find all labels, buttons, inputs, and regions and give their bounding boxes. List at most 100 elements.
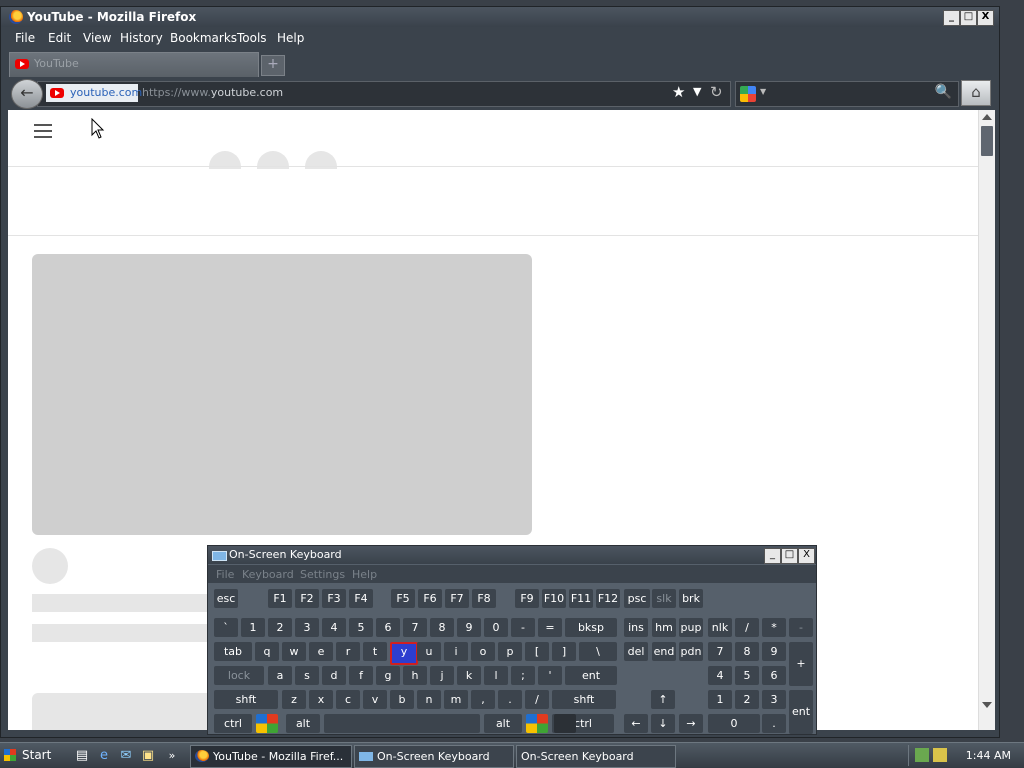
reload-icon[interactable]: ↻	[710, 83, 723, 101]
osk-key-fn-0[interactable]: esc	[214, 589, 238, 608]
osk-key-num-15[interactable]: hm	[652, 618, 676, 637]
osk-key-num-8[interactable]: 8	[430, 618, 454, 637]
osk-key-fn-13[interactable]: psc	[624, 589, 650, 608]
osk-key-tab-15[interactable]: end	[652, 642, 676, 661]
osk-key-num-5[interactable]: 5	[349, 618, 373, 637]
osk-key-shift-11[interactable]: shft	[552, 690, 616, 709]
history-dropdown-icon[interactable]: ▼	[693, 85, 701, 98]
osk-key-home-11[interactable]: '	[538, 666, 562, 685]
osk-key-shift-16[interactable]: ent	[789, 690, 813, 734]
osk-key-tab-2[interactable]: w	[282, 642, 306, 661]
osk-key-home-13[interactable]: 4	[708, 666, 732, 685]
vertical-scrollbar[interactable]	[978, 110, 995, 730]
url-bar[interactable]: youtube.com https://www.youtube.com ★ ▼ …	[37, 81, 731, 107]
osk-key-bottom-2[interactable]: alt	[484, 714, 522, 733]
quick-launch-chevron-icon[interactable]: »	[164, 748, 180, 764]
osk-key-tab-0[interactable]: tab	[214, 642, 252, 661]
osk-menu-file[interactable]: File	[216, 568, 234, 581]
taskbar-button-osk-2[interactable]: On-Screen Keyboard	[516, 745, 676, 768]
osk-key-shift-13[interactable]: 1	[708, 690, 732, 709]
maximize-button[interactable]: □	[960, 10, 977, 26]
osk-key-tab-1[interactable]: q	[255, 642, 279, 661]
osk-key-tab-18[interactable]: 8	[735, 642, 759, 661]
menu-tools[interactable]: Tools	[237, 31, 267, 45]
osk-key-num-20[interactable]: -	[789, 618, 813, 637]
osk-key-home-8[interactable]: k	[457, 666, 481, 685]
hamburger-menu-icon[interactable]	[34, 124, 52, 138]
menu-view[interactable]: View	[83, 31, 111, 45]
osk-key-shift-6[interactable]: n	[417, 690, 441, 709]
taskbar-button-firefox[interactable]: YouTube - Mozilla Firef...	[190, 745, 352, 768]
osk-key-home-7[interactable]: j	[430, 666, 454, 685]
scroll-down-icon[interactable]	[982, 702, 992, 708]
osk-key-tab-10[interactable]: p	[498, 642, 522, 661]
osk-key-home-5[interactable]: g	[376, 666, 400, 685]
new-tab-button[interactable]: +	[261, 55, 285, 76]
osk-maximize-button[interactable]: □	[781, 548, 798, 564]
osk-key-fn-7[interactable]: F7	[445, 589, 469, 608]
scroll-up-icon[interactable]	[982, 114, 992, 120]
osk-key-num-14[interactable]: ins	[624, 618, 648, 637]
osk-key-num-11[interactable]: -	[511, 618, 535, 637]
scroll-thumb[interactable]	[981, 126, 993, 156]
osk-key-num-3[interactable]: 3	[295, 618, 319, 637]
osk-key-tab-19[interactable]: 9	[762, 642, 786, 661]
osk-key-bottom-7[interactable]: 0	[708, 714, 760, 733]
osk-menu-settings[interactable]: Settings	[300, 568, 345, 581]
windows-key-icon[interactable]	[256, 714, 278, 733]
site-identity-button[interactable]: youtube.com	[46, 84, 142, 102]
osk-key-tab-16[interactable]: pdn	[679, 642, 703, 661]
osk-close-button[interactable]: X	[798, 548, 815, 564]
osk-key-fn-5[interactable]: F5	[391, 589, 415, 608]
osk-key-shift-0[interactable]: shft	[214, 690, 278, 709]
osk-key-shift-14[interactable]: 2	[735, 690, 759, 709]
url-text[interactable]: https://www.youtube.com	[142, 86, 283, 99]
osk-key-tab-9[interactable]: o	[471, 642, 495, 661]
osk-title-bar[interactable]: On-Screen Keyboard _ □ X	[208, 546, 816, 564]
osk-key-shift-7[interactable]: m	[444, 690, 468, 709]
home-button[interactable]: ⌂	[961, 80, 991, 106]
osk-key-bottom-5[interactable]: ↓	[651, 714, 675, 733]
osk-key-shift-9[interactable]: .	[498, 690, 522, 709]
osk-key-home-9[interactable]: l	[484, 666, 508, 685]
osk-key-home-2[interactable]: s	[295, 666, 319, 685]
osk-key-fn-1[interactable]: F1	[268, 589, 292, 608]
osk-key-bottom-1[interactable]: alt	[286, 714, 320, 733]
osk-key-bottom-4[interactable]: ←	[624, 714, 648, 733]
volume-icon[interactable]	[933, 748, 947, 762]
osk-key-num-1[interactable]: 1	[241, 618, 265, 637]
osk-key-tab-12[interactable]: ]	[552, 642, 576, 661]
osk-minimize-button[interactable]: _	[764, 548, 781, 564]
osk-key-tab-5[interactable]: t	[363, 642, 387, 661]
search-engine-dropdown-icon[interactable]: ▼	[760, 87, 766, 96]
osk-key-shift-12[interactable]: ↑	[651, 690, 675, 709]
menu-key-icon[interactable]	[554, 714, 576, 733]
firefox-title-bar[interactable]: YouTube - Mozilla Firefox _ □ X	[1, 7, 999, 27]
menu-history[interactable]: History	[120, 31, 163, 45]
google-search-engine-icon[interactable]	[740, 86, 756, 102]
start-button[interactable]: Start	[2, 745, 58, 766]
spacebar-key[interactable]	[324, 714, 480, 733]
osk-key-shift-3[interactable]: c	[336, 690, 360, 709]
osk-key-num-17[interactable]: nlk	[708, 618, 732, 637]
osk-key-shift-4[interactable]: v	[363, 690, 387, 709]
osk-key-num-10[interactable]: 0	[484, 618, 508, 637]
osk-key-fn-9[interactable]: F9	[515, 589, 539, 608]
osk-menu-help[interactable]: Help	[352, 568, 377, 581]
osk-key-tab-8[interactable]: i	[444, 642, 468, 661]
osk-key-fn-8[interactable]: F8	[472, 589, 496, 608]
osk-key-home-4[interactable]: f	[349, 666, 373, 685]
osk-key-fn-11[interactable]: F11	[569, 589, 593, 608]
osk-key-fn-15[interactable]: brk	[679, 589, 703, 608]
close-button[interactable]: X	[977, 10, 994, 26]
menu-bookmarks[interactable]: Bookmarks	[170, 31, 237, 45]
clock[interactable]: 1:44 AM	[966, 745, 1011, 766]
osk-key-tab-14[interactable]: del	[624, 642, 648, 661]
osk-key-fn-6[interactable]: F6	[418, 589, 442, 608]
osk-key-tab-4[interactable]: r	[336, 642, 360, 661]
osk-key-bottom-0[interactable]: ctrl	[214, 714, 252, 733]
osk-key-shift-10[interactable]: /	[525, 690, 549, 709]
explorer-icon[interactable]: ▣	[140, 748, 156, 764]
menu-edit[interactable]: Edit	[48, 31, 71, 45]
network-icon[interactable]	[915, 748, 929, 762]
